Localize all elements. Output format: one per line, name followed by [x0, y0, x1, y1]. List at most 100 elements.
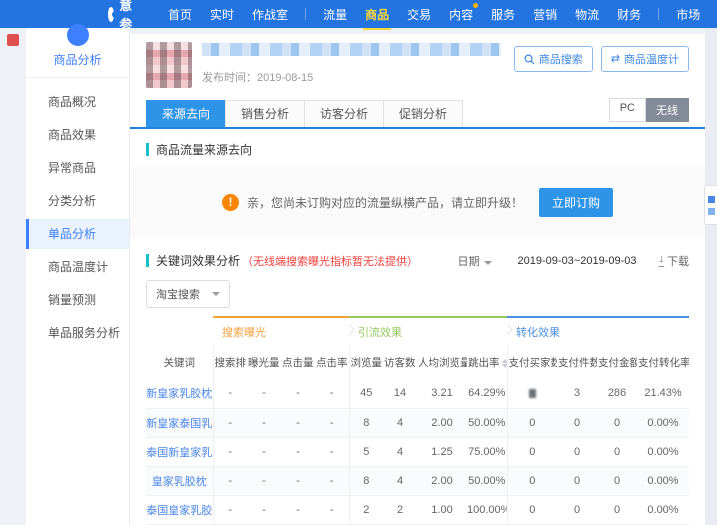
sidebar-item[interactable]: 商品温度计	[26, 252, 129, 282]
cell-value: 0	[506, 437, 557, 467]
cell-value: 0	[506, 466, 557, 496]
order-now-button[interactable]: 立即订购	[539, 187, 614, 217]
cell-value: -	[247, 437, 281, 467]
channel-select[interactable]: 淘宝搜索	[146, 280, 230, 308]
cell-value: 286	[597, 379, 637, 409]
column-header[interactable]: 支付金额	[597, 346, 637, 379]
nav-item[interactable]: 实时	[210, 6, 234, 23]
nav-item[interactable]: 营销	[533, 6, 557, 23]
sidebar-item[interactable]: 销量预测	[26, 285, 129, 315]
flow-section-title: 商品流量来源去向	[146, 141, 689, 158]
cell-value: 0.00%	[637, 466, 689, 496]
keyword-section-note: （无线端搜索曝光指标暂无法提供）	[242, 255, 419, 268]
cell-value: 4	[383, 466, 417, 496]
tab[interactable]: 来源去向	[146, 100, 226, 127]
column-header[interactable]: 跳出率	[467, 346, 507, 379]
sidebar-item[interactable]: 单品服务分析	[26, 318, 129, 348]
column-group-header: 搜索曝光	[213, 316, 349, 346]
top-nav-items: 首页实时作战室流量商品交易内容服务营销物流财务市场竞争业务专区取数学院	[159, 0, 717, 30]
column-header[interactable]: 支付件数	[557, 346, 597, 379]
cell-value: 75.00%	[467, 437, 507, 467]
cell-value: -	[212, 466, 247, 496]
cell-value: -	[247, 408, 281, 438]
download-button[interactable]: ↓ 下载	[658, 253, 689, 269]
chevron-down-icon	[483, 260, 492, 265]
nav-item[interactable]: 物流	[575, 6, 599, 23]
device-option[interactable]: PC	[608, 98, 646, 122]
keyword-link[interactable]: 泰国新皇家乳	[146, 437, 213, 467]
cell-value: 0.00%	[637, 495, 689, 525]
sidebar-item[interactable]: 异常商品	[26, 153, 129, 183]
keyword-link[interactable]: 皇家乳胶枕	[146, 466, 213, 496]
top-nav: 生意参谋 首页实时作战室流量商品交易内容服务营销物流财务市场竞争业务专区取数学院…	[0, 0, 717, 51]
column-header-keyword: 关键词	[163, 357, 196, 369]
publish-date: 发布时间：2019-08-15	[202, 72, 314, 84]
cell-value: -	[212, 495, 247, 525]
table-row: 新皇家泰国乳 - - - -8 4 2.00 50.00% 0 0 0 0.00%	[146, 408, 689, 438]
widget-icon	[707, 195, 715, 203]
side-float-widget[interactable]	[704, 185, 717, 225]
keyword-section-title: 关键词效果分析	[156, 254, 241, 268]
cell-value: 2	[383, 495, 417, 525]
keyword-link[interactable]: 泰国皇家乳胶	[146, 495, 213, 525]
cell-value: -	[315, 495, 349, 525]
column-header[interactable]: 搜索排名	[212, 346, 247, 379]
cell-value: 0	[597, 408, 637, 438]
sidebar-item[interactable]: 单品分析	[26, 219, 129, 249]
cell-value: -	[315, 379, 349, 409]
sort-icon	[501, 358, 507, 368]
keyword-toolbar: 日期 2019-09-03~2019-09-03 ↓ 下载	[458, 253, 689, 269]
nav-item[interactable]: 交易	[407, 6, 431, 23]
cell-value: 4	[383, 408, 417, 438]
sidebar-item[interactable]: 商品概况	[26, 87, 129, 117]
cell-value: 5	[348, 437, 383, 467]
table-row: 泰国皇家乳胶 - - - -2 2 1.00 100.00% 0 0 0 0.00%	[146, 495, 689, 525]
tab[interactable]: 销售分析	[225, 100, 305, 127]
rail-app-icon[interactable]	[7, 34, 19, 46]
nav-item[interactable]: 服务	[491, 6, 515, 23]
cell-value: 2.00	[417, 466, 467, 496]
sidebar-item[interactable]: 商品效果	[26, 120, 129, 150]
tab[interactable]: 促销分析	[383, 100, 464, 127]
cell-value: -	[281, 437, 315, 467]
group-chevron-icon	[507, 323, 513, 336]
nav-item[interactable]: 商品	[363, 6, 392, 30]
product-search-button[interactable]: 商品搜索	[513, 46, 593, 72]
column-header[interactable]: 人均浏览量	[417, 346, 467, 379]
sidebar-item[interactable]: 分类分析	[26, 186, 129, 216]
tab[interactable]: 访客分析	[304, 100, 384, 127]
column-header[interactable]: 点击量	[281, 346, 315, 379]
widget-icon	[707, 207, 715, 215]
sort-down-arrow	[501, 363, 507, 368]
tabs-row: 来源去向 销售分析 访客分析 促销分析 PC 无线	[130, 98, 705, 129]
cell-value: 4	[383, 437, 417, 467]
product-title-redacted	[202, 43, 502, 56]
filter-row: 淘宝搜索	[146, 280, 689, 308]
cell-value: -	[247, 495, 281, 525]
nav-item[interactable]: 流量	[323, 6, 347, 23]
nav-item[interactable]: 作战室	[252, 6, 288, 23]
nav-item[interactable]: 内容	[449, 2, 479, 23]
keyword-link[interactable]: 新皇家乳胶枕	[146, 379, 213, 409]
nav-item[interactable]: 首页	[168, 6, 192, 23]
cell-value: 1.25	[417, 437, 467, 467]
column-header[interactable]: 支付转化率	[637, 346, 689, 379]
keyword-section-header: 关键词效果分析 （无线端搜索曝光指标暂无法提供） 日期 2019-09-03~2…	[146, 252, 689, 269]
column-group-header: 转化效果	[507, 316, 689, 346]
cell-value: 0.00%	[637, 437, 689, 467]
column-header[interactable]: 曝光量	[247, 346, 281, 379]
cell-value: 2.00	[417, 408, 467, 438]
right-gutter	[705, 28, 717, 525]
search-icon	[524, 53, 535, 64]
device-option[interactable]: 无线	[646, 98, 689, 122]
column-header[interactable]: 点击率	[315, 346, 349, 379]
column-header[interactable]: 访客数	[383, 346, 417, 379]
column-header[interactable]: 浏览量	[348, 346, 383, 379]
cell-value: -	[315, 408, 349, 438]
nav-item[interactable]: 市场	[676, 6, 700, 23]
date-dropdown[interactable]: 日期	[458, 253, 492, 269]
product-thermometer-button[interactable]: ⇄ 商品温度计	[600, 46, 689, 72]
keyword-link[interactable]: 新皇家泰国乳	[146, 408, 213, 438]
sidebar: 商品分析 商品概况 商品效果 异常商品 分类分析 单品分析 商品温度计 销量预测 单品服务分析	[26, 24, 130, 525]
nav-item[interactable]: 财务	[617, 6, 641, 23]
